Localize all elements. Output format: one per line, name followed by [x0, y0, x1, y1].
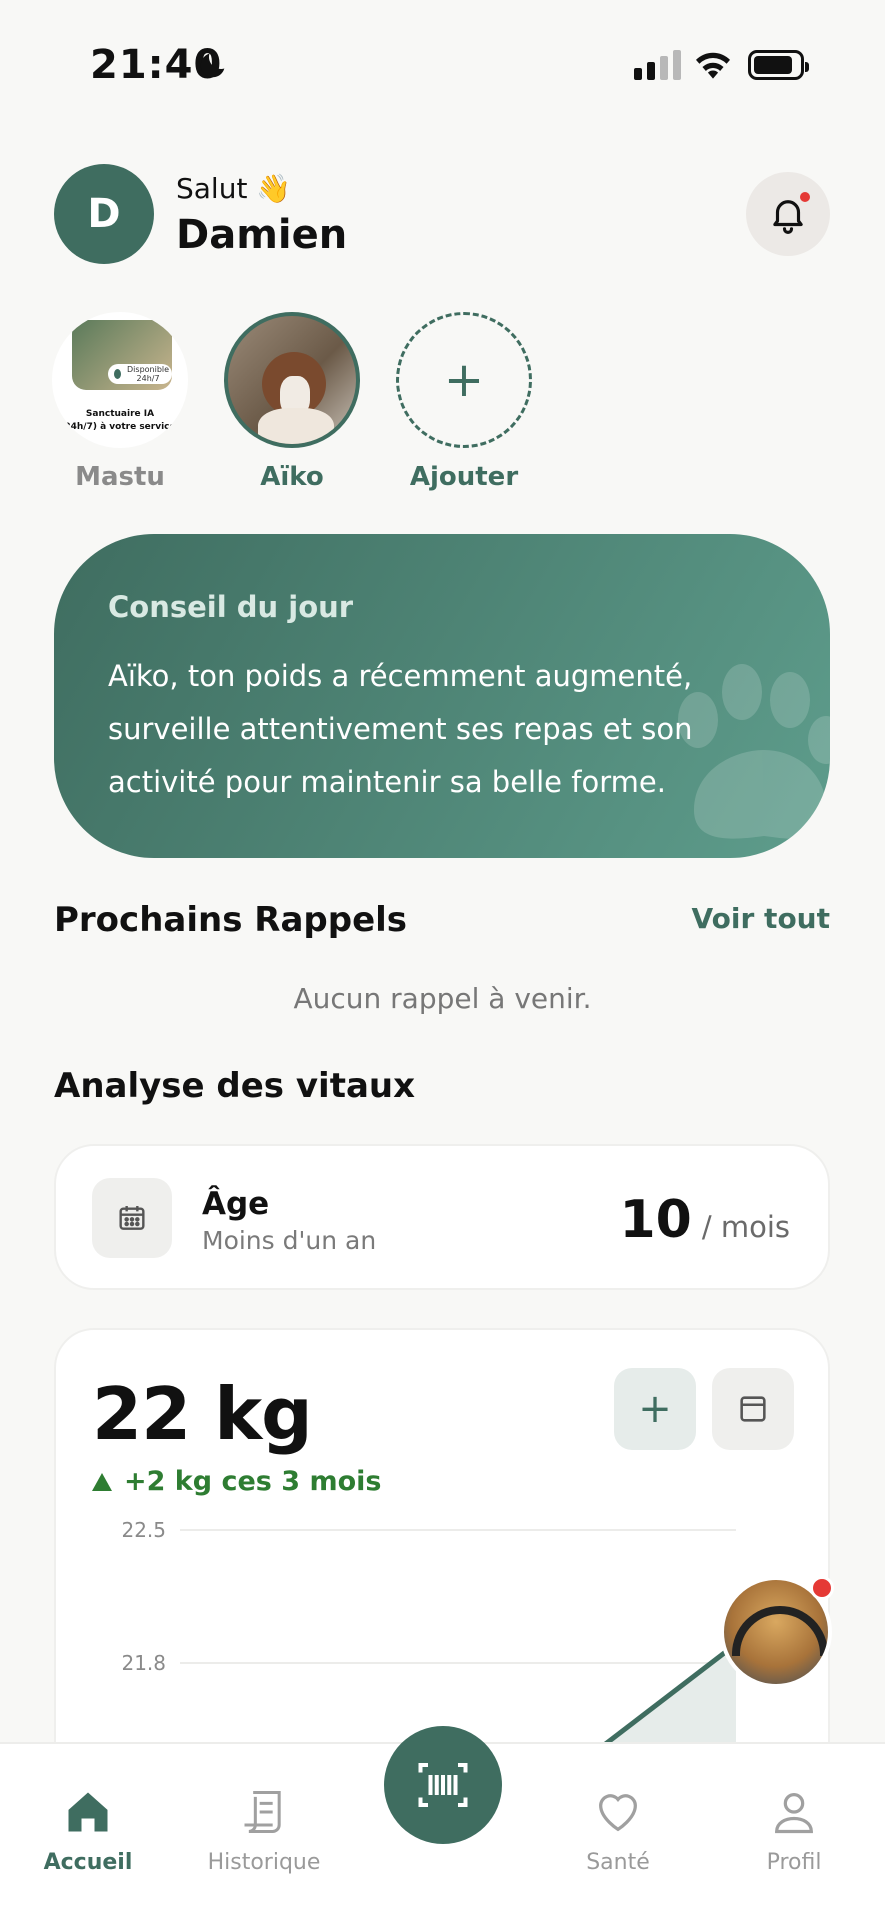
pet-item-aiko[interactable]: Aïko	[222, 312, 362, 492]
moon-icon	[200, 53, 225, 78]
assistant-badge	[810, 1576, 834, 1600]
see-all-link[interactable]: Voir tout	[692, 902, 830, 935]
tab-accueil[interactable]: Accueil	[8, 1786, 168, 1875]
mini-card-title: Sanctuaire IA 24h/7) à votre service	[64, 409, 176, 432]
calendar-icon	[119, 1206, 145, 1230]
plus-icon: +	[638, 1386, 672, 1432]
wifi-icon	[696, 52, 730, 79]
tip-text: Aïko, ton poids a récemment augmenté, su…	[108, 659, 693, 799]
calendar-icon-box	[92, 1178, 172, 1258]
user-name: Damien	[176, 212, 348, 258]
tab-label: Historique	[207, 1850, 321, 1875]
weight-trend: +2 kg ces 3 mois	[92, 1466, 381, 1497]
profile-icon	[775, 1793, 813, 1834]
tab-label: Accueil	[43, 1850, 133, 1875]
trend-up-icon	[92, 1472, 112, 1491]
notification-badge	[798, 190, 812, 204]
notifications-button[interactable]	[746, 172, 830, 256]
tab-historique[interactable]: Historique	[184, 1786, 344, 1875]
plus-icon: +	[396, 312, 532, 448]
pet-avatar: Disponible 24h/7 Sanctuaire IA 24h/7) à …	[52, 312, 188, 448]
age-number: 10	[619, 1190, 692, 1250]
pet-avatar	[224, 312, 360, 448]
tab-label: Santé	[586, 1850, 650, 1875]
add-weight-button[interactable]: +	[614, 1368, 696, 1450]
weight-value: 22 kg	[92, 1372, 313, 1456]
reminders-empty-text: Aucun rappel à venir.	[293, 982, 592, 1015]
add-pet-button[interactable]: + Ajouter	[394, 312, 534, 492]
tip-title: Conseil du jour	[108, 590, 354, 624]
add-pet-label: Ajouter	[409, 462, 519, 492]
daily-tip-card[interactable]: Conseil du jour Aïko, ton poids a récemm…	[54, 534, 830, 858]
tab-sante[interactable]: Santé	[538, 1786, 698, 1875]
reminders-title: Prochains Rappels	[54, 900, 408, 940]
weight-trend-text: +2 kg ces 3 mois	[124, 1466, 382, 1497]
calendar-icon	[740, 1396, 766, 1422]
history-icon	[244, 1790, 281, 1834]
greeting-text: Salut 👋	[176, 172, 292, 205]
heart-icon	[599, 1794, 637, 1832]
age-unit: / mois	[701, 1210, 790, 1244]
headphones-icon	[732, 1606, 828, 1656]
pet-name: Aïko	[260, 462, 324, 492]
age-label: Âge	[202, 1186, 270, 1222]
tab-label: Profil	[766, 1850, 822, 1875]
status-bar: 21:40	[0, 0, 885, 130]
home-screen: 21:40 D Salut 👋 Damien Disponible 24h/7 …	[0, 0, 885, 1920]
paw-icon	[678, 664, 830, 839]
y-tick-label: 21.8	[121, 1651, 166, 1675]
vitals-title: Analyse des vitaux	[54, 1066, 416, 1106]
cellular-signal-icon	[634, 50, 681, 80]
scan-button[interactable]	[384, 1726, 502, 1844]
battery-icon	[748, 50, 809, 80]
barcode-scan-icon	[418, 1763, 468, 1807]
y-tick-label: 22.5	[121, 1518, 166, 1542]
age-value: 10 / mois	[619, 1190, 790, 1250]
weight-history-button[interactable]	[712, 1368, 794, 1450]
user-avatar[interactable]: D	[54, 164, 154, 264]
pet-name: Mastu	[75, 462, 165, 492]
mini-pill-text: Disponible 24h/7	[127, 365, 170, 383]
age-card[interactable]: Âge Moins d'un an 10 / mois	[54, 1144, 830, 1290]
age-subtitle: Moins d'un an	[202, 1226, 377, 1255]
pet-item-mastu[interactable]: Disponible 24h/7 Sanctuaire IA 24h/7) à …	[50, 312, 190, 492]
home-icon	[68, 1792, 108, 1832]
tab-profil[interactable]: Profil	[714, 1786, 874, 1875]
